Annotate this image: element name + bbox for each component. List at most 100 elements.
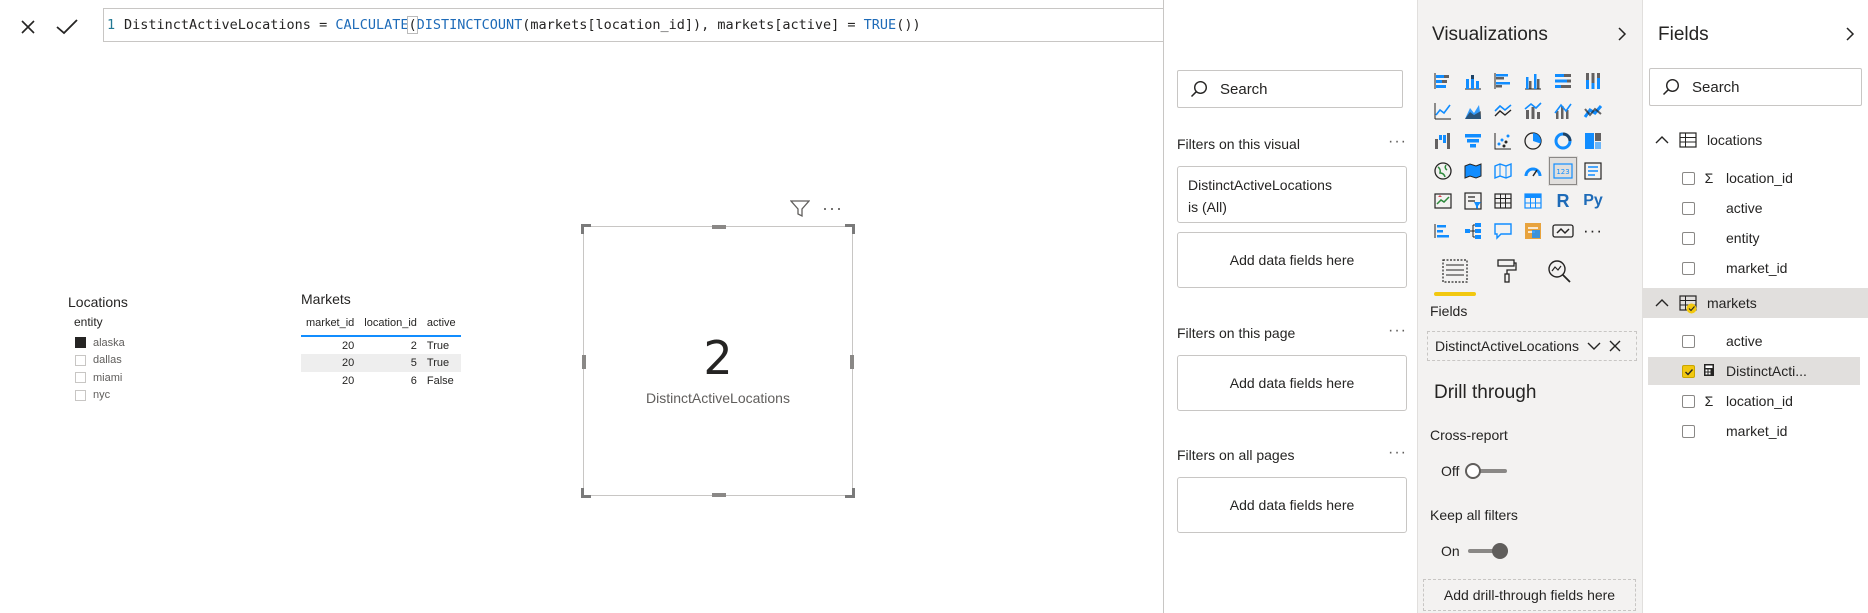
- checkbox[interactable]: [1682, 171, 1695, 185]
- analytics-tab[interactable]: [1544, 254, 1574, 288]
- column-header-market-id[interactable]: market_id: [301, 313, 360, 337]
- smart-narrative-icon[interactable]: [1518, 216, 1548, 246]
- qna-icon[interactable]: [1488, 216, 1518, 246]
- 100-percent-bar-chart-icon[interactable]: [1548, 66, 1578, 96]
- commit-formula-button[interactable]: [52, 14, 82, 40]
- table-row[interactable]: 20 6 False: [301, 372, 461, 390]
- kpi-icon[interactable]: [1428, 186, 1458, 216]
- card-icon[interactable]: 123: [1548, 156, 1578, 186]
- field-well-pill[interactable]: DistinctActiveLocations: [1427, 331, 1637, 361]
- more-visuals-icon[interactable]: ···: [1578, 216, 1608, 246]
- resize-handle-left[interactable]: [582, 355, 586, 369]
- donut-chart-icon[interactable]: [1548, 126, 1578, 156]
- field-entity[interactable]: entity: [1648, 224, 1860, 252]
- checkbox[interactable]: [1682, 201, 1695, 215]
- funnel-chart-icon[interactable]: [1458, 126, 1488, 156]
- slicer-item-miami[interactable]: miami: [75, 369, 218, 387]
- python-visual-icon[interactable]: Py: [1578, 186, 1608, 216]
- field-distinct-active-locations[interactable]: DistinctActi...: [1648, 357, 1860, 385]
- column-header-location-id[interactable]: location_id: [359, 313, 422, 337]
- column-header-active[interactable]: active: [421, 313, 461, 337]
- key-influencers-icon[interactable]: [1428, 216, 1458, 246]
- more-options-icon[interactable]: ···: [1388, 322, 1407, 340]
- checkbox[interactable]: [75, 354, 86, 366]
- resize-handle-top[interactable]: [712, 225, 726, 229]
- checkbox[interactable]: [1682, 334, 1695, 348]
- checkbox-checked[interactable]: [75, 337, 86, 349]
- treemap-icon[interactable]: [1578, 126, 1608, 156]
- resize-handle-top-right[interactable]: [845, 224, 855, 234]
- filter-icon[interactable]: [790, 199, 810, 218]
- resize-handle-bottom[interactable]: [712, 493, 726, 497]
- resize-handle-bottom-left[interactable]: [581, 488, 591, 498]
- table-icon[interactable]: [1488, 186, 1518, 216]
- resize-handle-right[interactable]: [850, 355, 854, 369]
- clustered-column-chart-icon[interactable]: [1518, 66, 1548, 96]
- chevron-right-icon[interactable]: [1841, 25, 1859, 43]
- cancel-formula-button[interactable]: [14, 14, 42, 40]
- table-node-markets[interactable]: markets: [1643, 288, 1868, 318]
- card-visual[interactable]: 2 DistinctActiveLocations: [581, 224, 855, 498]
- checkbox[interactable]: [1682, 231, 1695, 245]
- locations-slicer[interactable]: Locations entity alaska dallas miami nyc: [68, 294, 218, 404]
- add-drill-through-well[interactable]: Add drill-through fields here: [1423, 579, 1636, 611]
- slicer-item-alaska[interactable]: alaska: [75, 334, 218, 352]
- decomposition-tree-icon[interactable]: [1458, 216, 1488, 246]
- table-row[interactable]: 20 2 True: [301, 336, 461, 354]
- more-options-icon[interactable]: ···: [1388, 444, 1407, 462]
- line-and-stacked-column-chart-icon[interactable]: [1518, 96, 1548, 126]
- chevron-up-icon[interactable]: [1655, 298, 1669, 308]
- paginated-report-icon[interactable]: [1548, 216, 1578, 246]
- checkbox[interactable]: [75, 389, 86, 401]
- map-icon[interactable]: [1428, 156, 1458, 186]
- fields-tab[interactable]: [1434, 254, 1476, 296]
- matrix-icon[interactable]: [1518, 186, 1548, 216]
- chevron-down-icon[interactable]: [1587, 341, 1601, 351]
- checkbox[interactable]: [1682, 261, 1695, 275]
- waterfall-chart-icon[interactable]: [1428, 126, 1458, 156]
- chevron-up-icon[interactable]: [1655, 135, 1669, 145]
- stacked-area-chart-icon[interactable]: [1488, 96, 1518, 126]
- checkbox[interactable]: [1682, 424, 1695, 438]
- slicer-icon[interactable]: [1458, 186, 1488, 216]
- resize-handle-bottom-right[interactable]: [845, 488, 855, 498]
- add-page-filter-well[interactable]: Add data fields here: [1177, 355, 1407, 411]
- cross-report-toggle[interactable]: Off: [1441, 463, 1508, 479]
- gauge-icon[interactable]: [1518, 156, 1548, 186]
- field-active[interactable]: active: [1648, 194, 1860, 222]
- checkbox[interactable]: [1682, 394, 1695, 408]
- resize-handle-top-left[interactable]: [581, 224, 591, 234]
- area-chart-icon[interactable]: [1458, 96, 1488, 126]
- format-tab[interactable]: [1492, 254, 1522, 288]
- filters-search-box[interactable]: Search: [1177, 70, 1403, 108]
- field-active[interactable]: active: [1648, 327, 1860, 355]
- add-visual-filter-well[interactable]: Add data fields here: [1177, 232, 1407, 288]
- remove-field-icon[interactable]: [1609, 340, 1621, 352]
- slicer-item-dallas[interactable]: dallas: [75, 352, 218, 370]
- clustered-bar-chart-icon[interactable]: [1488, 66, 1518, 96]
- table-node-locations[interactable]: locations: [1643, 125, 1868, 155]
- filter-card-distinct-active-locations[interactable]: DistinctActiveLocations is (All): [1177, 166, 1407, 223]
- field-market-id[interactable]: market_id: [1648, 417, 1860, 445]
- shape-map-icon[interactable]: [1488, 156, 1518, 186]
- table-row[interactable]: 20 5 True: [301, 354, 461, 372]
- slicer-item-nyc[interactable]: nyc: [75, 387, 218, 405]
- 100-percent-column-chart-icon[interactable]: [1578, 66, 1608, 96]
- pie-chart-icon[interactable]: [1518, 126, 1548, 156]
- more-options-icon[interactable]: ···: [1388, 133, 1407, 151]
- add-report-filter-well[interactable]: Add data fields here: [1177, 477, 1407, 533]
- checkbox[interactable]: [75, 372, 86, 384]
- scatter-chart-icon[interactable]: [1488, 126, 1518, 156]
- stacked-column-chart-icon[interactable]: [1458, 66, 1488, 96]
- field-location-id[interactable]: Σlocation_id: [1648, 164, 1860, 192]
- stacked-bar-chart-icon[interactable]: [1428, 66, 1458, 96]
- ribbon-chart-icon[interactable]: [1578, 96, 1608, 126]
- filled-map-icon[interactable]: [1458, 156, 1488, 186]
- line-and-clustered-column-chart-icon[interactable]: [1548, 96, 1578, 126]
- line-chart-icon[interactable]: [1428, 96, 1458, 126]
- r-script-visual-icon[interactable]: R: [1548, 186, 1578, 216]
- more-options-icon[interactable]: ···: [822, 198, 843, 219]
- chevron-right-icon[interactable]: [1613, 25, 1631, 43]
- markets-table-visual[interactable]: Markets market_id location_id active 20 …: [301, 291, 481, 390]
- multi-row-card-icon[interactable]: [1578, 156, 1608, 186]
